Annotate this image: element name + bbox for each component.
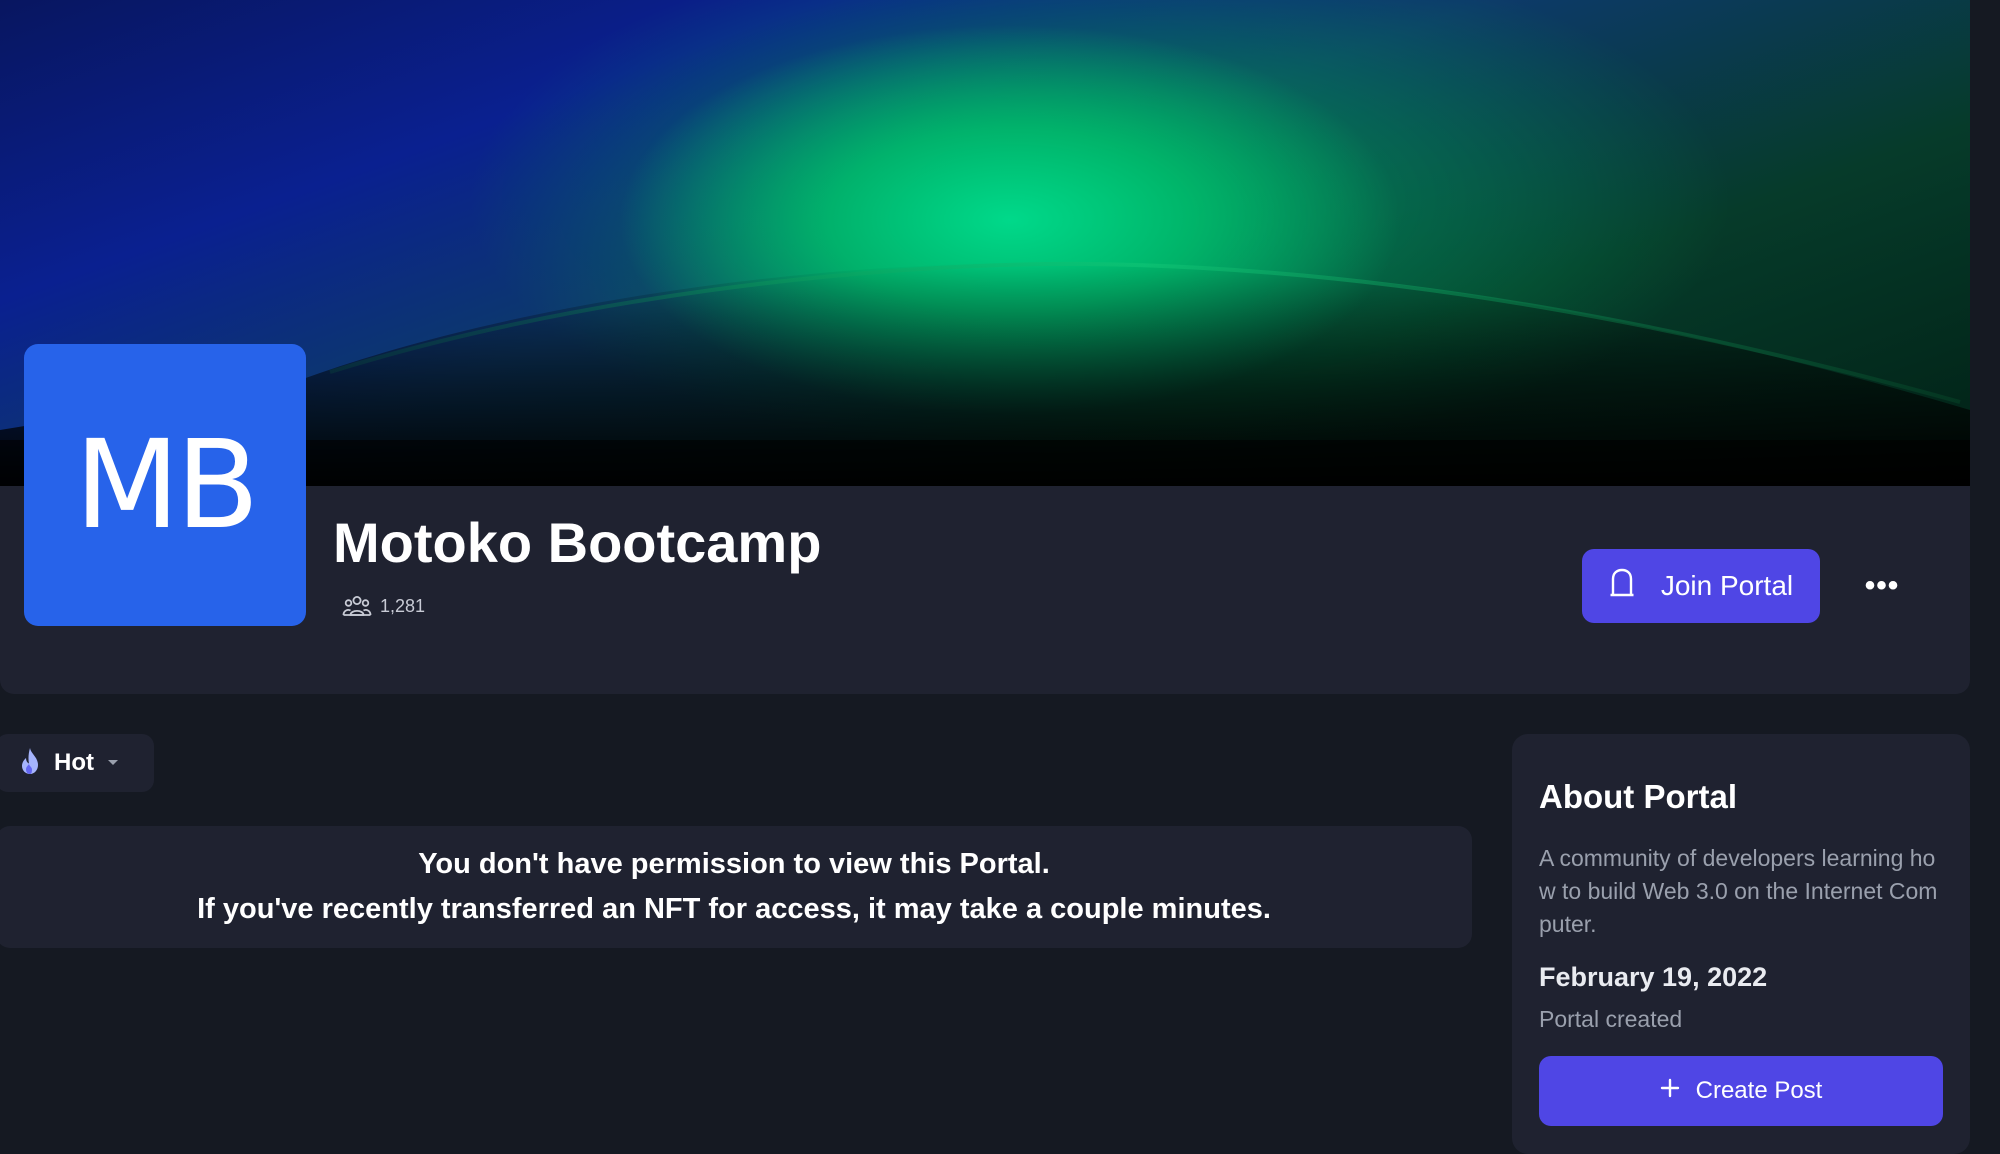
bell-icon [1609,567,1635,606]
page-scrollbar[interactable] [1978,0,2000,1120]
create-post-label: Create Post [1695,1077,1823,1104]
permission-notice: You don't have permission to view this P… [0,826,1472,948]
portal-title: Motoko Bootcamp [333,511,822,574]
plus-icon [1660,1077,1680,1105]
members-icon [342,594,372,618]
caret-down-icon [106,754,120,772]
created-label: Portal created [1539,1006,1683,1032]
flame-icon [18,747,42,780]
about-portal-card: About Portal A community of developers l… [1512,734,1970,1154]
portal-avatar: MB [24,344,306,626]
create-post-button[interactable]: Create Post [1539,1056,1943,1126]
sort-dropdown[interactable]: Hot [0,734,154,792]
join-portal-label: Join Portal [1660,570,1794,601]
join-portal-button[interactable]: Join Portal [1582,549,1820,623]
avatar-initials: MB [74,414,260,556]
ellipsis-icon: ••• [1864,569,1900,602]
created-date: February 19, 2022 [1539,962,1768,992]
notice-line-1: You don't have permission to view this P… [418,848,1050,880]
about-description: A community of developers learning how t… [1539,845,1938,937]
sort-label: Hot [54,749,94,776]
member-count-value: 1,281 [380,595,426,616]
about-title: About Portal [1539,778,1737,815]
notice-line-2: If you've recently transferred an NFT fo… [197,893,1271,925]
member-count: 1,281 [342,594,425,618]
more-options-button[interactable]: ••• [1862,568,1902,604]
